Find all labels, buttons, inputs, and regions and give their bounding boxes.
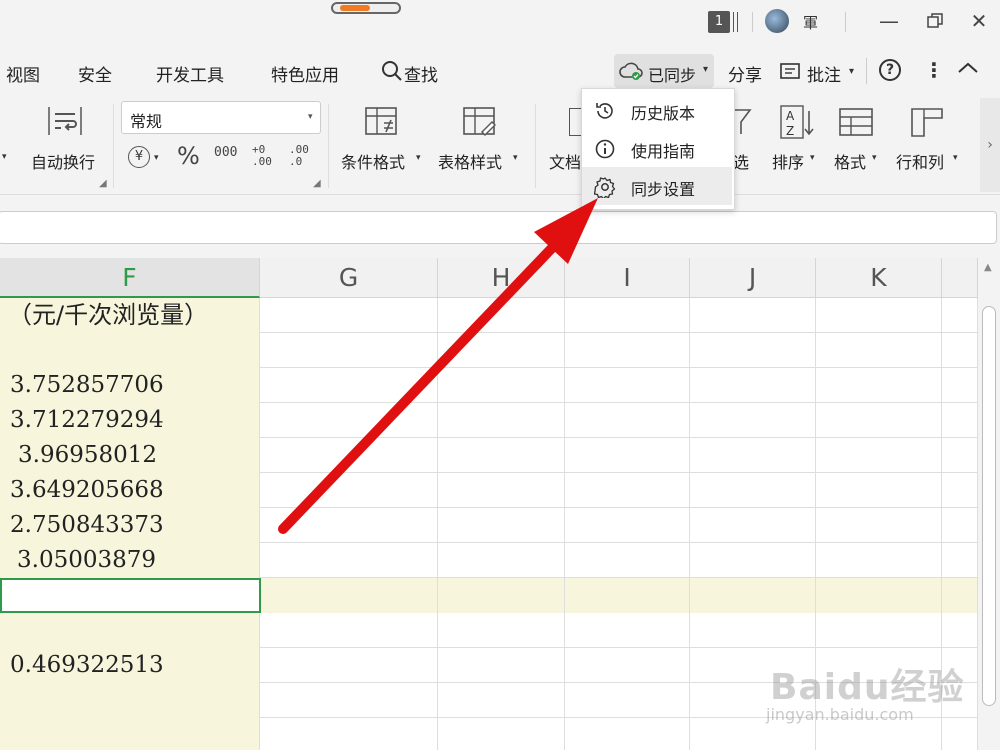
baidu-jingyan-watermark: Baidu经验 bbox=[770, 667, 965, 708]
watermark-url: jingyan.baidu.com bbox=[766, 705, 914, 724]
red-arrow-annotation bbox=[278, 198, 598, 534]
